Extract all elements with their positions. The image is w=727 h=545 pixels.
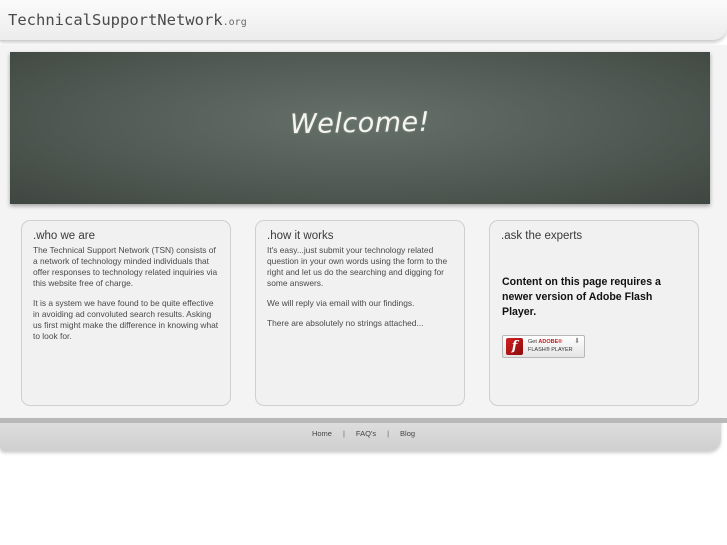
ask-the-experts-heading: .ask the experts [501,230,583,242]
footer-link-blog[interactable]: Blog [400,429,415,438]
welcome-banner: Welcome! [10,52,710,204]
who-we-are-box: .who we are The Technical Support Networ… [21,220,231,406]
footer-divider [0,418,727,423]
footer-link-faqs[interactable]: FAQ's [356,429,376,438]
how-it-works-paragraph-3: There are absolutely no strings attached… [267,318,424,328]
download-arrow-icon: ⬇ [574,338,580,345]
footer-link-home[interactable]: Home [312,429,332,438]
ask-the-experts-box: .ask the experts Content on this page re… [489,220,699,406]
site-logo[interactable]: TechnicalSupportNetwork.org [8,11,247,29]
site-header: TechnicalSupportNetwork.org [0,0,727,41]
footer-separator: | [342,429,345,438]
logo-main-text: TechnicalSupportNetwork [8,11,223,29]
flash-badge-line-1: Get ADOBE® [528,339,563,345]
footer-separator: | [387,429,390,438]
who-we-are-heading: .who we are [33,230,96,242]
banner-title: Welcome! [289,106,431,141]
flash-badge-line-2: FLASH® PLAYER [528,347,573,353]
who-we-are-paragraph-2: It is a system we have found to be quite… [33,298,219,341]
how-it-works-paragraph-2: We will reply via email with our finding… [267,298,415,308]
how-it-works-heading: .how it works [267,230,334,242]
logo-suffix-text: .org [222,17,247,28]
how-it-works-paragraph-1: It's easy...just submit your technology … [267,245,448,288]
who-we-are-paragraph-1: The Technical Support Network (TSN) cons… [33,245,218,288]
get-flash-player-button[interactable]: f Get ADOBE® FLASH® PLAYER ⬇ [502,335,585,358]
flash-logo-icon: f [506,338,523,355]
flash-required-message: Content on this page requires a newer ve… [502,276,661,318]
how-it-works-box: .how it works It's easy...just submit yo… [255,220,465,406]
footer-nav: Home | FAQ's | Blog [0,429,727,438]
